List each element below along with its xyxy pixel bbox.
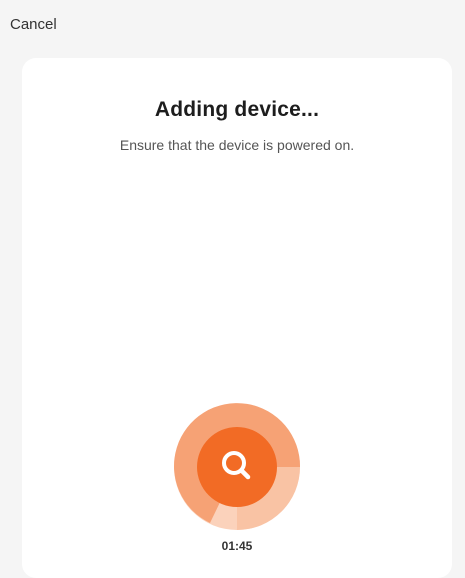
scan-progress-indicator — [173, 403, 301, 531]
top-bar: Cancel — [0, 0, 465, 52]
scan-inner-circle — [197, 427, 277, 507]
scan-animation — [174, 403, 301, 530]
cancel-button[interactable]: Cancel — [10, 16, 57, 33]
adding-device-card: Adding device... Ensure that the device … — [22, 58, 452, 578]
page-subtitle: Ensure that the device is powered on. — [119, 137, 355, 153]
countdown-timer: 01:45 — [221, 539, 253, 553]
page-title: Adding device... — [154, 98, 320, 121]
